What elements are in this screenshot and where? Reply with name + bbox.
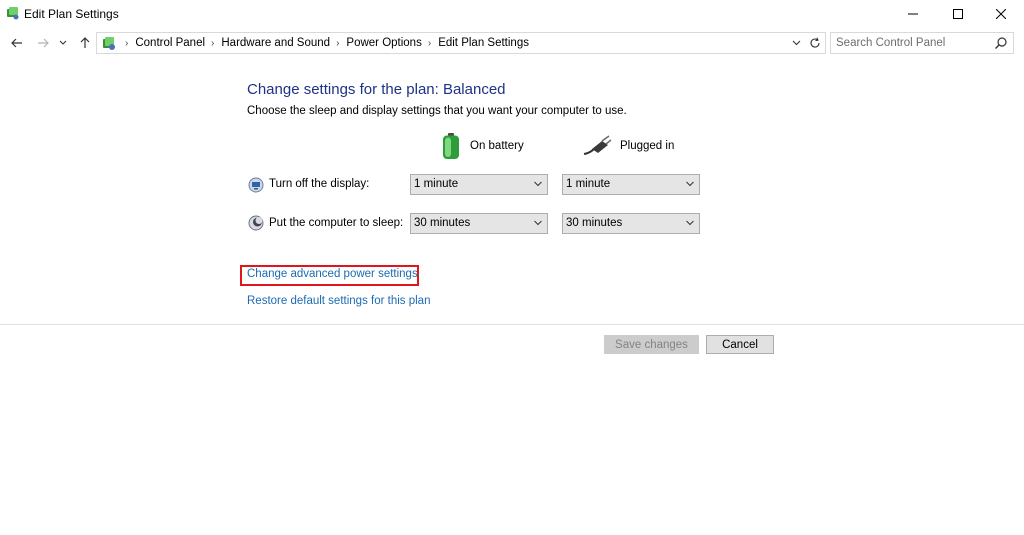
cancel-button[interactable]: Cancel [706,335,774,354]
chevron-down-icon [686,220,694,226]
back-arrow-icon [11,38,22,48]
sleep-label: Put the computer to sleep: [269,217,404,229]
chevron-right-icon: › [125,37,129,49]
chevron-right-icon[interactable]: › [211,38,214,49]
search-input[interactable] [836,35,986,50]
select-value: 30 minutes [414,217,471,229]
refresh-button[interactable] [807,35,823,51]
display-plugged-in-select[interactable]: 1 minute [562,174,700,195]
minimize-icon [908,13,918,15]
breadcrumb-hardware-and-sound[interactable]: Hardware and Sound [221,37,330,49]
breadcrumb-control-panel[interactable]: Control Panel [135,37,205,49]
select-value: 30 minutes [566,217,623,229]
page-title: Change settings for the plan: Balanced [247,81,506,98]
maximize-button[interactable] [935,0,981,28]
breadcrumb-edit-plan-settings[interactable]: Edit Plan Settings [438,37,529,49]
breadcrumb-power-options[interactable]: Power Options [346,37,421,49]
back-button[interactable] [8,34,26,52]
page-description: Choose the sleep and display settings th… [247,105,627,117]
up-arrow-icon [80,37,90,48]
chevron-down-icon [792,40,800,46]
chevron-down-icon [59,40,67,45]
search-icon[interactable] [994,36,1008,50]
up-button[interactable] [76,34,94,52]
search-box[interactable] [830,32,1014,54]
column-header-plugged-in: Plugged in [582,132,674,160]
forward-button[interactable] [34,34,52,52]
chevron-down-icon [534,181,542,187]
display-on-battery-select[interactable]: 1 minute [410,174,548,195]
column-header-on-battery: On battery [440,132,524,160]
recent-locations-button[interactable] [57,34,69,52]
on-battery-label: On battery [470,140,524,152]
title-bar: Edit Plan Settings [0,0,1024,28]
forward-arrow-icon [38,38,49,48]
sleep-icon [248,215,264,231]
control-panel-icon [103,37,115,50]
minimize-button[interactable] [890,0,936,28]
power-plug-icon [583,135,612,155]
change-advanced-power-settings-link[interactable]: Change advanced power settings [247,268,418,280]
chevron-down-icon [534,220,542,226]
chevron-right-icon[interactable]: › [428,38,431,49]
select-value: 1 minute [566,178,611,190]
select-value: 1 minute [414,178,459,190]
battery-icon [443,133,459,159]
address-bar[interactable]: › Control Panel › Hardware and Sound › P… [96,32,826,54]
maximize-icon [953,9,963,19]
chevron-right-icon[interactable]: › [336,38,339,49]
refresh-icon [810,37,820,48]
chevron-down-icon [686,181,694,187]
plugged-in-label: Plugged in [620,140,675,152]
sleep-on-battery-select[interactable]: 30 minutes [410,213,548,234]
sleep-plugged-in-select[interactable]: 30 minutes [562,213,700,234]
window-title: Edit Plan Settings [24,7,119,21]
close-icon [996,9,1006,19]
divider [0,324,1024,325]
display-icon [248,177,264,193]
breadcrumb: › Control Panel › Hardware and Sound › P… [119,33,529,53]
control-panel-icon [7,7,19,20]
turn-off-display-label: Turn off the display: [269,178,370,190]
save-changes-button[interactable]: Save changes [604,335,699,354]
restore-default-settings-link[interactable]: Restore default settings for this plan [247,295,430,307]
close-button[interactable] [978,0,1024,28]
address-dropdown-button[interactable] [789,36,803,50]
